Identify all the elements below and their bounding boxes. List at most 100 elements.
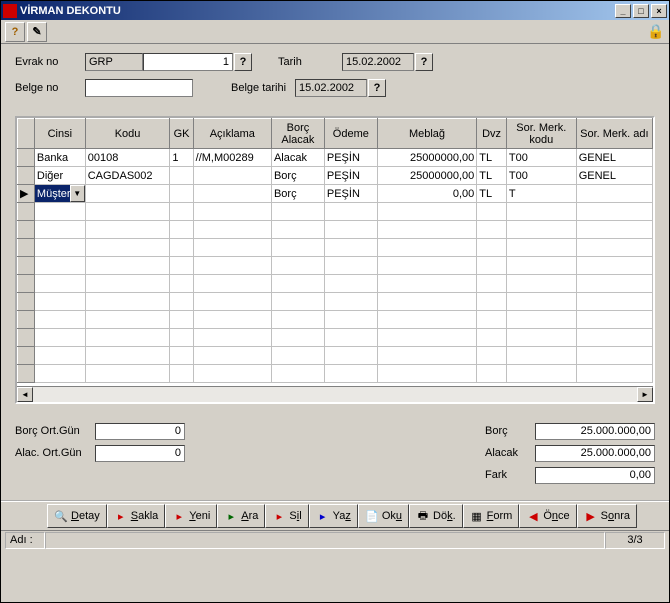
- cell-ba[interactable]: Borç: [271, 167, 324, 185]
- table-row[interactable]: Banka001081//M,M00289AlacakPEŞİN25000000…: [18, 149, 653, 167]
- yeni-button[interactable]: ▸Yeni: [165, 504, 217, 528]
- col-meblag[interactable]: Meblağ: [377, 119, 476, 149]
- cell-smk[interactable]: T: [506, 185, 576, 203]
- next-icon: ▶: [584, 509, 598, 523]
- borc-value: 25.000.000,00: [535, 423, 655, 440]
- table-row-empty[interactable]: [18, 257, 653, 275]
- delete-icon: ▸: [272, 509, 286, 523]
- tarih-input[interactable]: [342, 53, 414, 71]
- cell-meblag[interactable]: 25000000,00: [377, 149, 476, 167]
- table-row-empty[interactable]: [18, 275, 653, 293]
- cell-cinsi[interactable]: Banka: [34, 149, 85, 167]
- cell-gk[interactable]: [170, 167, 193, 185]
- tarih-lookup-button[interactable]: ?: [415, 53, 433, 71]
- status-adi-label: Adı :: [5, 532, 45, 549]
- evrak-series-input[interactable]: [85, 53, 143, 71]
- ara-button[interactable]: ▸Ara: [217, 504, 265, 528]
- cell-meblag[interactable]: 0,00: [377, 185, 476, 203]
- col-sma[interactable]: Sor. Merk. adı: [576, 119, 652, 149]
- cell-aciklama[interactable]: [193, 185, 271, 203]
- cell-odeme[interactable]: PEŞİN: [324, 167, 377, 185]
- minimize-button[interactable]: _: [615, 4, 631, 18]
- col-smk[interactable]: Sor. Merk. kodu: [506, 119, 576, 149]
- col-dvz[interactable]: Dvz: [477, 119, 507, 149]
- table-row-empty[interactable]: [18, 347, 653, 365]
- cell-cinsi[interactable]: Müşteri▼: [34, 185, 85, 203]
- yaz-button[interactable]: ▸Yaz: [309, 504, 358, 528]
- pencil-icon: ✎: [32, 25, 41, 38]
- titlebar: VİRMAN DEKONTU _ □ ×: [1, 1, 669, 20]
- sakla-button[interactable]: ▸Sakla: [107, 504, 166, 528]
- scroll-track[interactable]: [33, 387, 637, 402]
- row-selector[interactable]: [18, 149, 35, 167]
- help-button[interactable]: ?: [5, 22, 25, 42]
- cell-cinsi[interactable]: Diğer: [34, 167, 85, 185]
- col-odeme[interactable]: Ödeme: [324, 119, 377, 149]
- cell-smk[interactable]: T00: [506, 149, 576, 167]
- dok-button[interactable]: 🖶Dök.: [409, 504, 463, 528]
- cell-aciklama[interactable]: [193, 167, 271, 185]
- form-area: Evrak no ? Tarih ? Belge no Belge tarihi…: [1, 44, 669, 116]
- table-row-empty[interactable]: [18, 239, 653, 257]
- col-borc-alacak[interactable]: Borç Alacak: [271, 119, 324, 149]
- table-row-empty[interactable]: [18, 221, 653, 239]
- grid-table[interactable]: Cinsi Kodu GK Açıklama Borç Alacak Ödeme…: [17, 118, 653, 383]
- prev-icon: ◀: [526, 509, 540, 523]
- table-row-empty[interactable]: [18, 329, 653, 347]
- row-selector[interactable]: ▶: [18, 185, 35, 203]
- belge-tarihi-input[interactable]: [295, 79, 367, 97]
- cell-odeme[interactable]: PEŞİN: [324, 185, 377, 203]
- scroll-left-button[interactable]: ◄: [17, 387, 33, 402]
- horizontal-scrollbar[interactable]: ◄ ►: [17, 386, 653, 402]
- cell-aciklama[interactable]: //M,M00289: [193, 149, 271, 167]
- table-row-empty[interactable]: [18, 311, 653, 329]
- sil-button[interactable]: ▸Sil: [265, 504, 308, 528]
- cell-sma[interactable]: GENEL: [576, 167, 652, 185]
- belge-tarihi-lookup-button[interactable]: ?: [368, 79, 386, 97]
- oku-button[interactable]: 📄Oku: [358, 504, 409, 528]
- cell-dvz[interactable]: TL: [477, 149, 507, 167]
- scroll-right-button[interactable]: ►: [637, 387, 653, 402]
- col-gk[interactable]: GK: [170, 119, 193, 149]
- cell-sma[interactable]: GENEL: [576, 149, 652, 167]
- read-icon: 📄: [365, 509, 379, 523]
- cell-dvz[interactable]: TL: [477, 185, 507, 203]
- cell-smk[interactable]: T00: [506, 167, 576, 185]
- evrak-num-input[interactable]: [143, 53, 233, 71]
- cell-gk[interactable]: [170, 185, 193, 203]
- toolbar-top: ? ✎ 🔒: [1, 20, 669, 44]
- fark-value: 0,00: [535, 467, 655, 484]
- cell-kodu[interactable]: 00108: [85, 149, 170, 167]
- once-button[interactable]: ◀Önce: [519, 504, 576, 528]
- cell-kodu[interactable]: CAGDAS002: [85, 167, 170, 185]
- table-row[interactable]: ▶Müşteri▼ BorçPEŞİN0,00TLT: [18, 185, 653, 203]
- sonra-button[interactable]: ▶Sonra: [577, 504, 637, 528]
- table-row-empty[interactable]: [18, 293, 653, 311]
- belge-no-input[interactable]: [85, 79, 193, 97]
- cell-odeme[interactable]: PEŞİN: [324, 149, 377, 167]
- dropdown-button[interactable]: ▼: [70, 185, 85, 202]
- col-cinsi[interactable]: Cinsi: [34, 119, 85, 149]
- alac-ort-value: 0: [95, 445, 185, 462]
- lock-icon[interactable]: 🔒: [647, 23, 665, 41]
- cell-kodu[interactable]: [85, 185, 170, 203]
- evrak-lookup-button[interactable]: ?: [234, 53, 252, 71]
- row-selector[interactable]: [18, 167, 35, 185]
- edit-button[interactable]: ✎: [27, 22, 47, 42]
- cell-gk[interactable]: 1: [170, 149, 193, 167]
- col-aciklama[interactable]: Açıklama: [193, 119, 271, 149]
- cell-dvz[interactable]: TL: [477, 167, 507, 185]
- col-kodu[interactable]: Kodu: [85, 119, 170, 149]
- table-row[interactable]: DiğerCAGDAS002 BorçPEŞİN25000000,00TLT00G…: [18, 167, 653, 185]
- close-button[interactable]: ×: [651, 4, 667, 18]
- detay-button[interactable]: 🔍Detay: [47, 504, 107, 528]
- table-row-empty[interactable]: [18, 365, 653, 383]
- form-button[interactable]: ▦Form: [463, 504, 520, 528]
- maximize-button[interactable]: □: [633, 4, 649, 18]
- cell-ba[interactable]: Alacak: [271, 149, 324, 167]
- cell-meblag[interactable]: 25000000,00: [377, 167, 476, 185]
- window-title: VİRMAN DEKONTU: [20, 5, 613, 17]
- cell-ba[interactable]: Borç: [271, 185, 324, 203]
- table-row-empty[interactable]: [18, 203, 653, 221]
- cell-sma[interactable]: [576, 185, 652, 203]
